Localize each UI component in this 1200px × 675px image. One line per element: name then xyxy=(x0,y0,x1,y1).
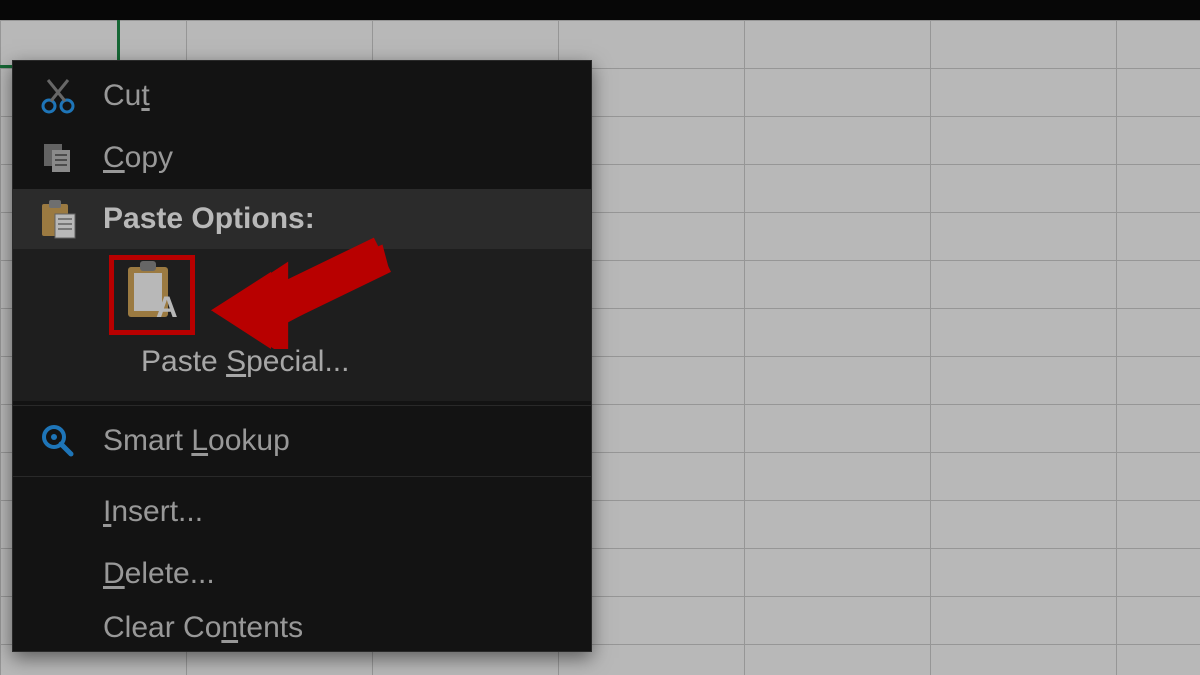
paste-options-header: Paste Options: xyxy=(13,189,591,249)
menu-label-cut: Cut xyxy=(103,79,573,113)
ribbon-fragment xyxy=(0,0,1200,20)
copy-icon xyxy=(13,138,103,178)
menu-item-copy[interactable]: Copy xyxy=(13,127,591,189)
menu-item-cut[interactable]: Cut xyxy=(13,65,591,127)
menu-separator xyxy=(13,476,591,477)
menu-label-insert: Insert... xyxy=(103,495,573,529)
svg-text:A: A xyxy=(156,291,178,323)
menu-label-delete: Delete... xyxy=(103,557,573,591)
context-menu: Cut Copy xyxy=(12,60,592,652)
paste-options-section: Paste Options: A xyxy=(13,189,591,401)
menu-item-paste-special[interactable]: Paste Special... xyxy=(13,333,591,391)
smart-lookup-icon xyxy=(13,422,103,460)
menu-item-clear-contents[interactable]: Clear Contents xyxy=(13,605,591,651)
paste-keep-text-only-button[interactable]: A xyxy=(113,255,191,327)
menu-label-copy: Copy xyxy=(103,141,573,175)
paste-options-label: Paste Options: xyxy=(103,202,315,236)
menu-separator xyxy=(13,405,591,406)
menu-item-smart-lookup[interactable]: Smart Lookup xyxy=(13,410,591,472)
menu-label-clear-contents: Clear Contents xyxy=(103,611,573,645)
menu-item-delete[interactable]: Delete... xyxy=(13,543,591,605)
paste-options-row: A xyxy=(13,249,591,333)
cut-icon xyxy=(13,76,103,116)
menu-item-insert[interactable]: Insert... xyxy=(13,481,591,543)
paste-icon xyxy=(13,198,103,240)
menu-label-paste-special: Paste Special... xyxy=(141,345,349,379)
menu-label-smart-lookup: Smart Lookup xyxy=(103,424,573,458)
